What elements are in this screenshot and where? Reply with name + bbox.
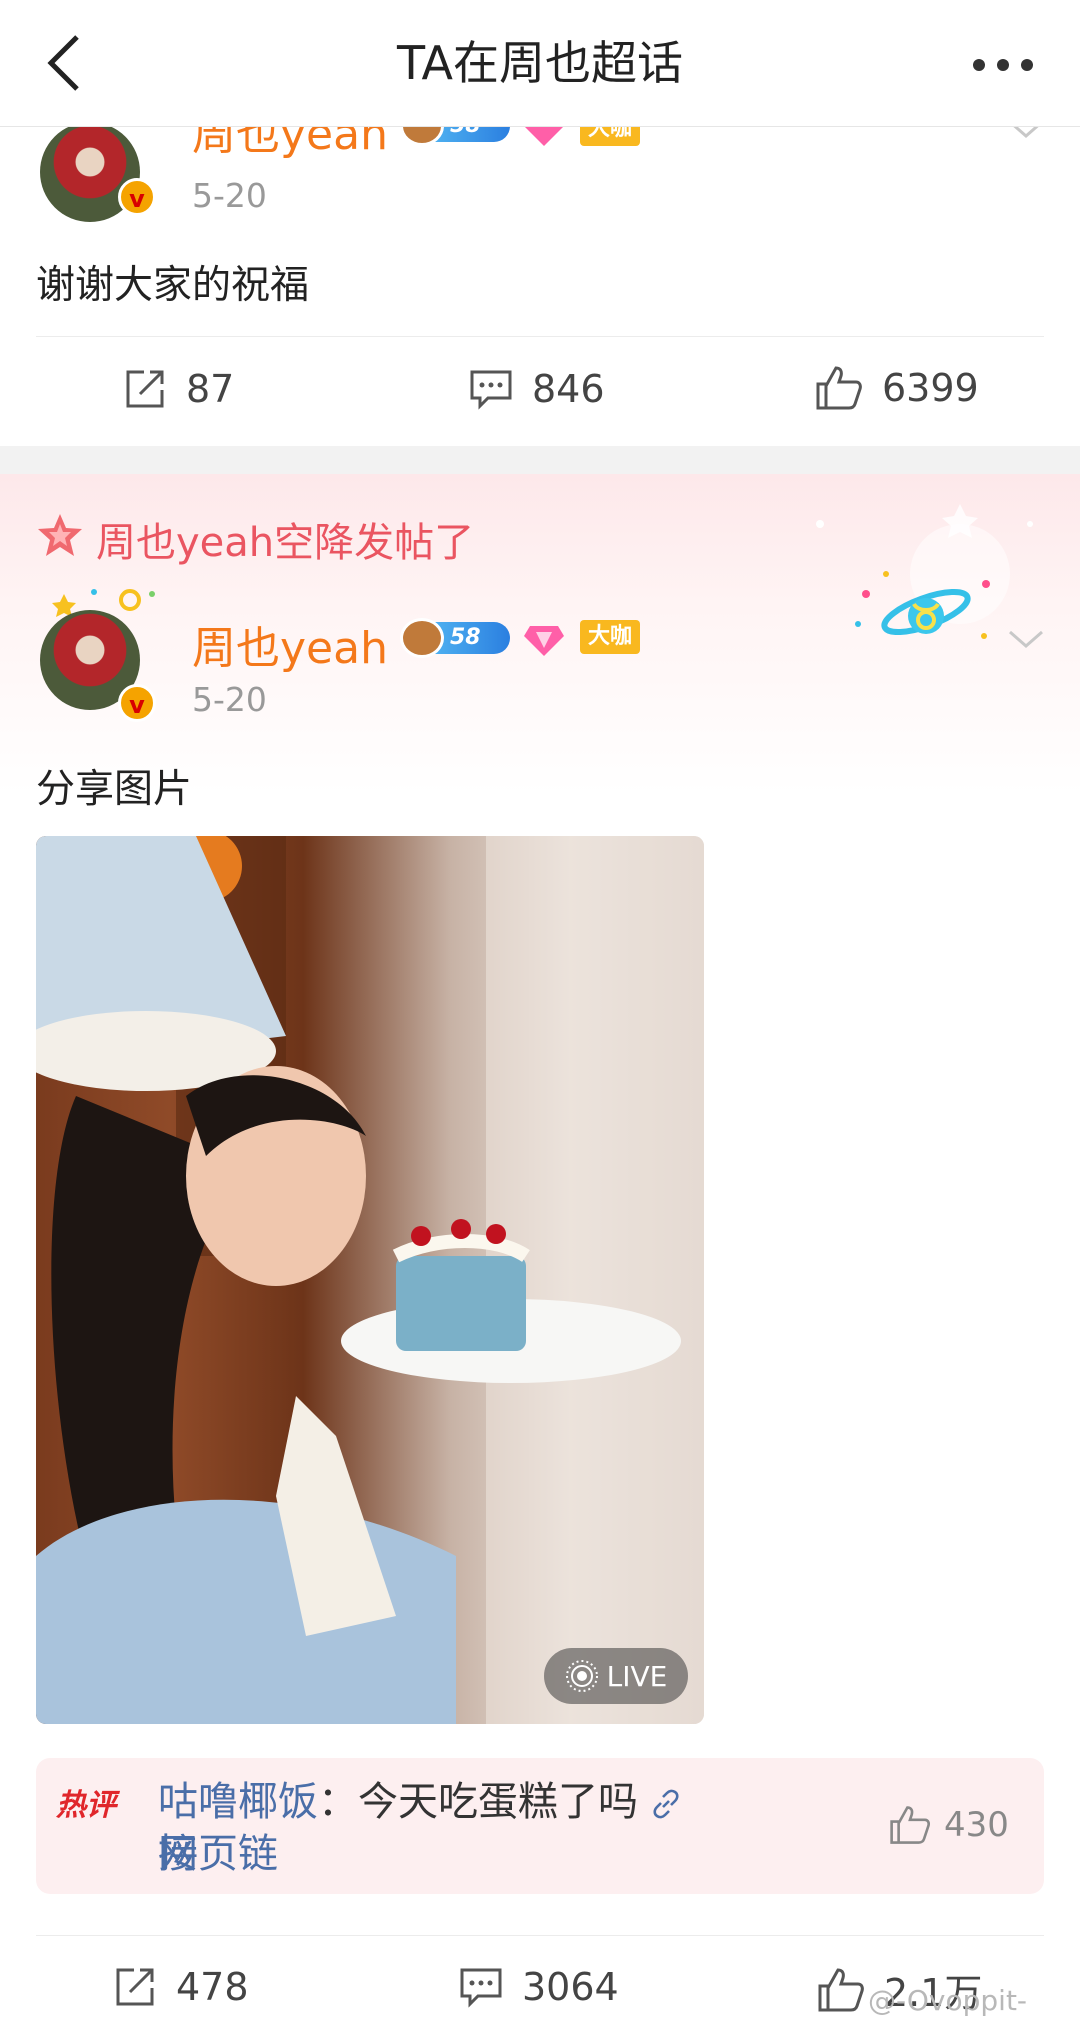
comment-like-count: 430 <box>944 1805 1009 1845</box>
comment-icon <box>470 370 512 410</box>
repost-button[interactable]: 87 <box>122 366 234 412</box>
author-name[interactable]: 周也yeah <box>192 612 388 676</box>
repost-button[interactable]: 478 <box>112 1964 249 2010</box>
airdrop-label: 周也yeah空降发帖了 <box>96 520 475 566</box>
author-name[interactable]: 周也yeah <box>192 126 388 162</box>
share-icon <box>126 370 164 408</box>
hot-comment-text: 咕噜椰饭：今天吃蛋糕了吗 网页链 <box>158 1776 718 1880</box>
verified-badge-icon: v <box>118 684 156 722</box>
thumbs-up-icon <box>890 1806 930 1844</box>
comment-sep: ： <box>318 1779 358 1825</box>
chevron-left-icon <box>47 35 79 91</box>
page-title: TA在周也超话 <box>397 36 683 90</box>
divider <box>36 1935 1044 1936</box>
level-cake-icon <box>400 126 444 146</box>
chevron-down-icon[interactable] <box>1006 126 1046 142</box>
comment-user[interactable]: 咕噜椰饭 <box>158 1779 318 1825</box>
back-button[interactable] <box>30 25 100 101</box>
vip-badge: 大咖 <box>580 620 641 654</box>
repost-count: 478 <box>176 1965 249 2009</box>
post-separator <box>0 446 1080 474</box>
hot-comment[interactable]: 热评 咕噜椰饭：今天吃蛋糕了吗 网页链 接 430 <box>36 1758 1044 1894</box>
like-count: 6399 <box>882 366 979 410</box>
star-crown-icon <box>38 514 82 556</box>
post-photo[interactable]: LIVE <box>36 836 704 1724</box>
photo-illustration <box>36 836 704 1724</box>
diamond-gem-icon <box>524 626 564 656</box>
diamond-gem-icon <box>524 126 564 146</box>
verified-badge-icon: v <box>118 178 156 216</box>
post-card: v 周也yeah 58 大咖 5-20 谢谢大家的祝福 87 846 6399 <box>0 126 1080 446</box>
post-card: 周也yeah空降发帖了 v 周也yeah 58 大咖 5-20 分享图片 LIV… <box>0 474 1080 2025</box>
divider <box>36 336 1044 337</box>
comment-button[interactable]: 846 <box>468 366 605 412</box>
like-button[interactable]: 6399 <box>814 364 979 412</box>
repost-count: 87 <box>186 367 235 411</box>
chevron-down-icon[interactable] <box>1006 628 1046 652</box>
live-label: LIVE <box>606 1659 668 1693</box>
live-photo-badge: LIVE <box>544 1648 688 1704</box>
hot-comment-tag: 热评 <box>56 1788 116 1823</box>
comment-count: 846 <box>532 367 605 411</box>
comment-button[interactable]: 3064 <box>458 1964 619 2010</box>
vip-badge: 大咖 <box>580 126 641 146</box>
post-text: 谢谢大家的祝福 <box>36 263 310 308</box>
live-photo-icon <box>565 1660 598 1692</box>
thumbs-up-icon <box>818 1967 864 2011</box>
comment-count: 3064 <box>522 1965 619 2009</box>
post-date: 5-20 <box>192 176 267 215</box>
comment-like-button[interactable]: 430 <box>888 1804 1009 1846</box>
more-button[interactable] <box>958 40 1048 90</box>
level-badge: 58 <box>400 618 510 658</box>
more-dot <box>997 59 1009 71</box>
post-date: 5-20 <box>192 680 267 719</box>
level-cake-icon <box>400 618 444 658</box>
share-icon <box>116 1968 154 2006</box>
post-text: 分享图片 <box>36 767 193 812</box>
watermark: @-Ovoppit- <box>868 1984 1028 2017</box>
top-nav-bar: TA在周也超话 <box>0 0 1080 127</box>
thumbs-up-icon <box>816 366 862 410</box>
level-badge: 58 <box>400 126 510 146</box>
comment-body: 今天吃蛋糕了吗 <box>358 1779 638 1825</box>
comment-icon <box>460 1968 502 2008</box>
more-dot <box>1021 59 1033 71</box>
more-dots-icon <box>973 59 985 71</box>
link-icon <box>653 1789 679 1819</box>
taurus-zodiac-icon <box>855 571 990 639</box>
link-text-cont[interactable]: 接 <box>158 1828 198 1880</box>
